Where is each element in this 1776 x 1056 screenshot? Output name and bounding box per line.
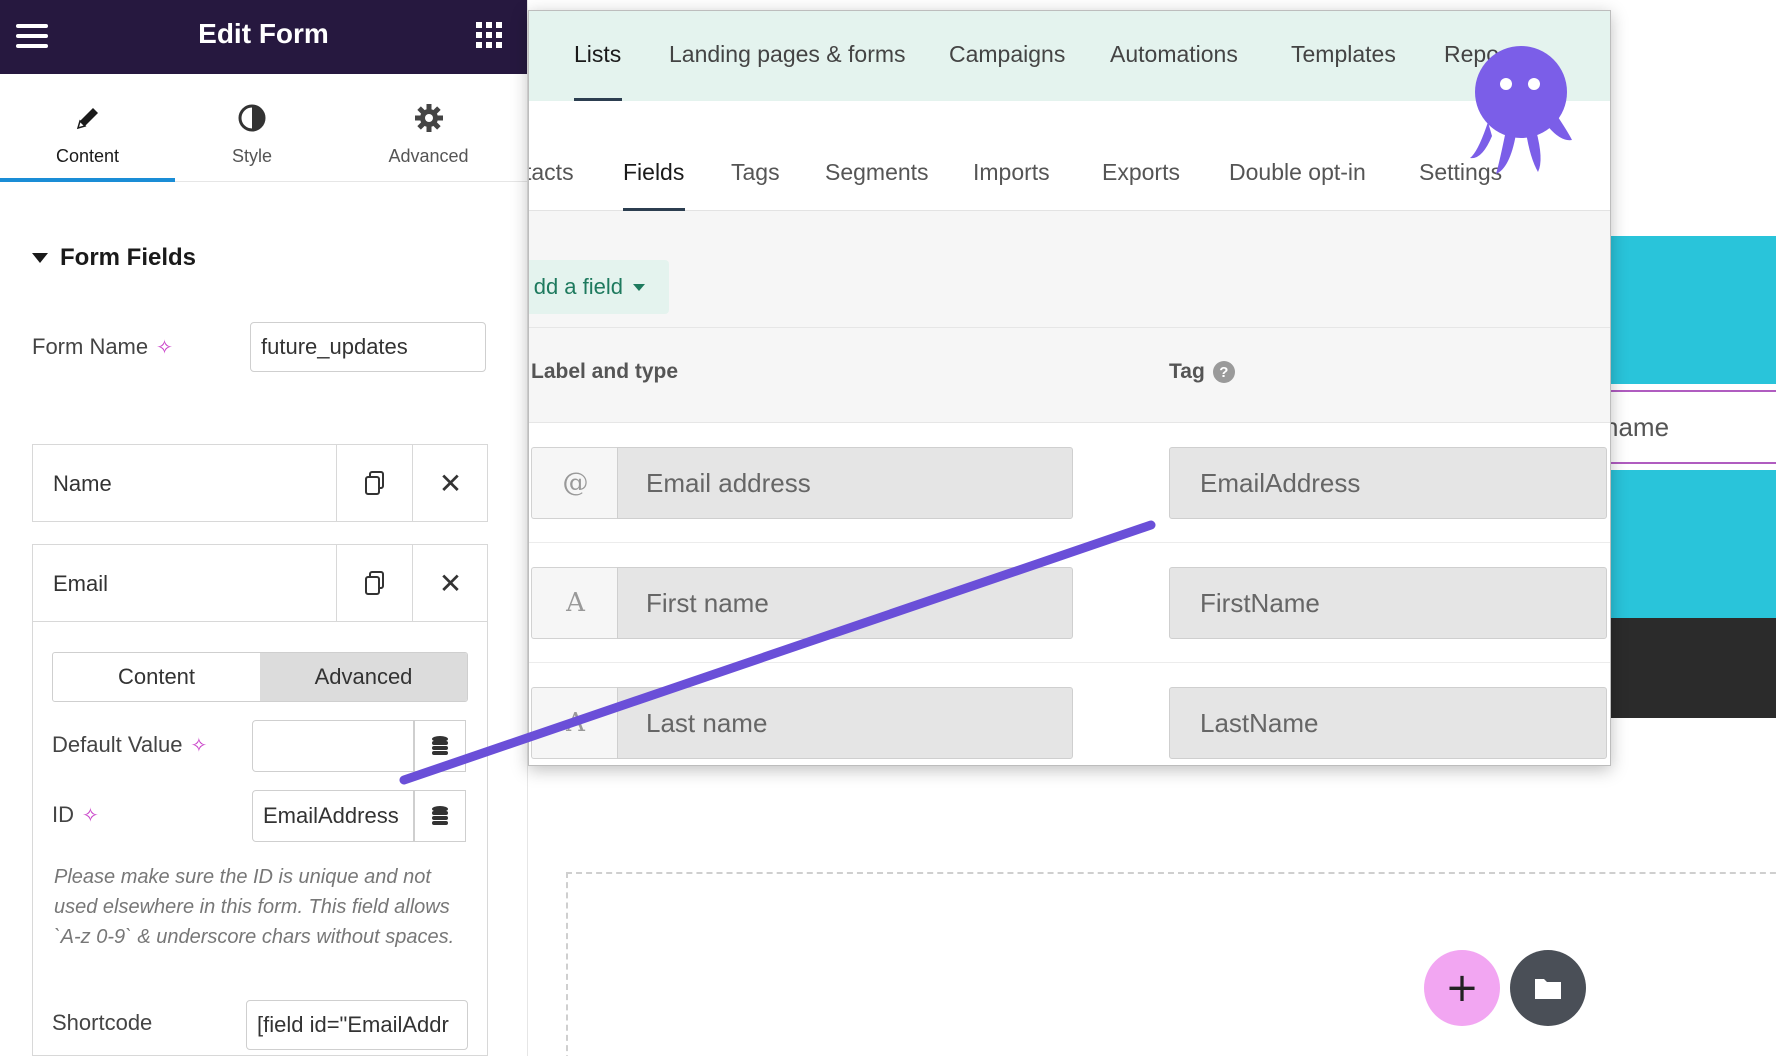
editor-panel: Edit Form Content Style Advanced Form Fi… [0,0,528,1056]
add-field-button[interactable]: dd a field [529,260,669,314]
panel-title: Edit Form [198,18,329,49]
ai-sparkle-icon[interactable]: ✧ [190,733,207,758]
canvas-section-cyan-top [1610,236,1776,384]
gear-icon [329,98,528,138]
canvas-section-dark [1610,618,1776,718]
add-section-button[interactable]: + [1424,950,1500,1026]
remove-button[interactable]: ✕ [412,445,488,521]
dynamic-tags-button[interactable] [414,790,466,842]
id-input[interactable]: EmailAddress [252,790,414,842]
column-tag: Tag ? [1169,360,1235,384]
form-name-input[interactable]: future_updates [250,322,486,372]
form-name-label-text: Form Name [32,334,149,359]
segment-advanced[interactable]: Advanced [260,653,467,701]
column-tag-text: Tag [1169,360,1205,383]
tab-advanced[interactable]: Advanced [329,74,528,182]
panel-header: Edit Form [0,0,527,74]
grid-icon[interactable] [476,22,502,48]
repeater-item-title: Email [53,571,109,596]
top-nav-campaigns[interactable]: Campaigns [949,41,1065,68]
tab-content[interactable]: Content [0,74,175,182]
duplicate-button[interactable] [336,545,412,621]
field-label-input[interactable]: First name [617,567,1073,639]
sub-nav-segments[interactable]: Segments [825,159,929,186]
field-label-input[interactable]: Email address [617,447,1073,519]
text-type-icon: A [531,567,619,639]
close-icon: ✕ [438,566,463,600]
top-nav: Lists Landing pages & forms Campaigns Au… [529,11,1610,101]
id-label-text: ID [52,802,74,827]
form-fields-section-toggle[interactable]: Form Fields [32,244,196,272]
top-nav-templates[interactable]: Templates [1291,41,1396,68]
field-tag-input[interactable]: EmailAddress [1169,447,1607,519]
id-label: ID ✧ [52,802,99,828]
copy-icon [364,571,384,595]
add-field-label: dd a field [533,274,623,299]
help-icon[interactable]: ? [1212,361,1235,383]
duplicate-button[interactable] [336,445,412,521]
chevron-down-icon [633,283,645,291]
table-row: A First name FirstName [529,543,1610,663]
repeater-item-name[interactable]: Name ✕ [32,444,488,522]
caret-down-icon [32,253,48,263]
column-label-and-type-text: Label and type [531,360,679,383]
canvas-section-cyan-bottom [1610,470,1776,618]
repeater-item-email[interactable]: Email ✕ [32,544,488,622]
table-row: @ Email address EmailAddress [529,423,1610,543]
text-type-icon: A [531,687,619,759]
section-title: Form Fields [60,244,197,271]
shortcode-label-text: Shortcode [52,1010,153,1035]
tab-content-label: Content [55,146,120,166]
sub-nav-imports[interactable]: Imports [973,159,1050,186]
remove-button[interactable]: ✕ [412,545,488,621]
database-icon [432,806,448,825]
plus-icon: + [1445,965,1479,1011]
segment-content[interactable]: Content [53,653,260,701]
fields-table-header: Label and type Tag ? [529,327,1610,423]
repeater-item-title: Name [53,471,112,496]
sub-nav-contacts[interactable]: tacts [529,159,574,186]
sub-nav: tacts Fields Tags Segments Imports Expor… [529,101,1610,211]
octopus-fields-screenshot: Lists Landing pages & forms Campaigns Au… [528,10,1611,766]
default-value-label-text: Default Value [52,732,183,757]
id-help-text: Please make sure the ID is unique and no… [54,866,455,948]
folder-icon [1535,979,1561,999]
template-library-button[interactable] [1510,950,1586,1026]
sub-nav-fields[interactable]: Fields [623,159,684,186]
dynamic-tags-button[interactable] [414,720,466,772]
top-nav-lists[interactable]: Lists [574,41,621,68]
database-icon [432,736,448,755]
ai-sparkle-icon[interactable]: ✧ [82,803,99,828]
column-label-and-type: Label and type [531,360,678,384]
ai-sparkle-icon[interactable]: ✧ [156,335,173,360]
field-label-input[interactable]: Last name [617,687,1073,759]
copy-icon [364,471,384,495]
panel-tabs: Content Style Advanced [0,74,527,182]
sub-nav-tags[interactable]: Tags [731,159,780,186]
drop-zone[interactable] [566,872,1776,1056]
at-icon: @ [531,447,619,519]
form-name-label: Form Name ✧ [32,334,173,360]
octopus-mascot-icon [1470,46,1572,174]
close-icon: ✕ [438,466,463,500]
top-nav-landing-pages[interactable]: Landing pages & forms [669,41,906,68]
shortcode-label: Shortcode [52,1010,152,1036]
field-tag-input[interactable]: LastName [1169,687,1607,759]
table-row: A Last name LastName [529,663,1610,765]
active-subtab-indicator [623,208,685,211]
field-tag-input[interactable]: FirstName [1169,567,1607,639]
tab-style[interactable]: Style [175,74,329,182]
pencil-icon [0,98,175,138]
sub-nav-exports[interactable]: Exports [1102,159,1180,186]
settings-segment-control: Content Advanced [52,652,468,702]
top-nav-automations[interactable]: Automations [1110,41,1238,68]
canvas-field-placeholder: name [1604,412,1670,442]
default-value-input[interactable] [252,720,414,772]
tab-advanced-label: Advanced [388,146,469,166]
shortcode-input[interactable]: [field id="EmailAddr [246,1000,468,1050]
tab-style-label: Style [231,146,273,166]
sub-nav-double-opt-in[interactable]: Double opt-in [1229,159,1366,186]
contrast-icon [175,98,329,138]
default-value-label: Default Value ✧ [52,732,207,758]
